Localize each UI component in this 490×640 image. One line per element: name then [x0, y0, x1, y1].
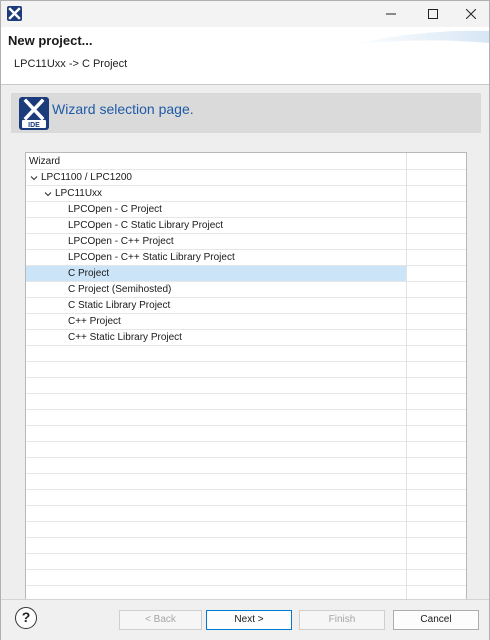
tree-item-label: LPCOpen - C++ Project [68, 236, 174, 247]
tree-item[interactable]: LPCOpen - C++ Project [26, 234, 466, 250]
empty-row [26, 490, 466, 506]
page-banner: IDE Wizard selection page. [11, 93, 481, 133]
maximize-icon [428, 9, 438, 19]
title-bar [1, 1, 489, 27]
close-button[interactable] [451, 1, 490, 27]
tree-item[interactable]: C++ Static Library Project [26, 330, 466, 346]
tree-item-label: LPC1100 / LPC1200 [41, 172, 132, 183]
tree-column-header: Wizard [26, 154, 466, 170]
tree-item-label: C Project (Semihosted) [68, 284, 172, 295]
finish-button[interactable]: Finish [299, 610, 385, 630]
app-icon [7, 6, 22, 21]
empty-row [26, 522, 466, 538]
tree-item-label: C Project [68, 268, 110, 279]
page-title: Wizard selection page. [52, 101, 194, 117]
button-bar: ? < Back Next > Finish Cancel [1, 599, 489, 640]
maximize-button[interactable] [413, 1, 453, 27]
back-button[interactable]: < Back [119, 610, 202, 630]
empty-row [26, 346, 466, 362]
wizard-content: IDE Wizard selection page. Wizard LPC1100… [1, 85, 489, 618]
ide-logo-text: IDE [28, 122, 40, 129]
empty-row [26, 410, 466, 426]
tree-item[interactable]: C Project (Semihosted) [26, 282, 466, 298]
tree-item[interactable]: C Static Library Project [26, 298, 466, 314]
minimize-button[interactable] [371, 1, 411, 27]
empty-row [26, 570, 466, 586]
empty-row [26, 458, 466, 474]
chevron-down-icon[interactable] [30, 174, 38, 182]
tree-item-label: C Static Library Project [68, 300, 171, 311]
tree-item-label: LPCOpen - C Static Library Project [68, 220, 224, 231]
tree-item-label: C++ Static Library Project [68, 332, 182, 343]
empty-row [26, 362, 466, 378]
tree-item-label: LPCOpen - C++ Static Library Project [68, 252, 235, 263]
tree-item[interactable]: C++ Project [26, 314, 466, 330]
wizard-title: New project... [8, 33, 93, 48]
empty-row [26, 554, 466, 570]
chevron-down-icon[interactable] [44, 190, 52, 198]
new-project-dialog: New project... LPC11Uxx -> C Project IDE… [0, 0, 490, 640]
next-button[interactable]: Next > [206, 610, 292, 630]
empty-row [26, 538, 466, 554]
tree-item-selected[interactable]: C Project [26, 266, 466, 282]
empty-row [26, 426, 466, 442]
empty-row [26, 442, 466, 458]
close-icon [466, 9, 476, 19]
tree-item-label: LPCOpen - C Project [68, 204, 162, 215]
tree-item[interactable]: LPCOpen - C Project [26, 202, 466, 218]
tree-item[interactable]: LPCOpen - C++ Static Library Project [26, 250, 466, 266]
tree-item-label: C++ Project [68, 316, 121, 327]
ide-logo: IDE [19, 97, 49, 130]
minimize-icon [386, 13, 396, 15]
wizard-tree[interactable]: Wizard LPC1100 / LPC1200 LPC11Uxx LPCOpen -… [25, 152, 467, 618]
empty-row [26, 394, 466, 410]
help-button[interactable]: ? [15, 607, 37, 629]
empty-row [26, 474, 466, 490]
wizard-subtitle: LPC11Uxx -> C Project [14, 58, 128, 70]
tree-item-label: LPC11Uxx [55, 188, 103, 199]
tree-item[interactable]: LPCOpen - C Static Library Project [26, 218, 466, 234]
header-decoration [349, 30, 489, 45]
tree-item[interactable]: LPC11Uxx [26, 186, 466, 202]
tree-item[interactable]: LPC1100 / LPC1200 [26, 170, 466, 186]
empty-row [26, 378, 466, 394]
column-header-label: Wizard [29, 156, 61, 167]
cancel-button[interactable]: Cancel [393, 610, 479, 630]
empty-row [26, 506, 466, 522]
wizard-header: New project... LPC11Uxx -> C Project [1, 27, 489, 85]
